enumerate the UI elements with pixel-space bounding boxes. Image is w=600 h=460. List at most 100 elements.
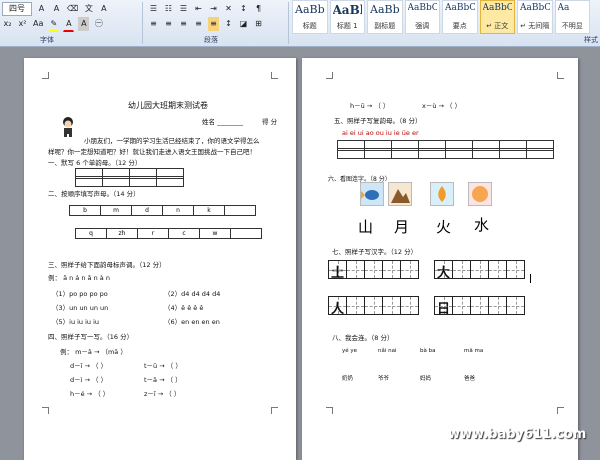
divider xyxy=(142,2,143,44)
style-tile[interactable]: AaBbCcDi ↵ 正文 xyxy=(479,0,515,34)
borders-icon[interactable]: ⊞ xyxy=(253,17,264,31)
initial-cell: m xyxy=(100,205,132,216)
moon-picture xyxy=(468,182,492,206)
style-sample: AaBbCcDi xyxy=(520,3,550,13)
tianzige-cell xyxy=(488,260,507,279)
style-sample: AaBbCcDi xyxy=(482,3,513,13)
bullets-icon[interactable]: ☰ xyxy=(148,2,159,16)
subscript-icon[interactable]: x₂ xyxy=(2,17,13,31)
clear-format-icon[interactable]: ⌫ xyxy=(66,2,79,16)
style-tile[interactable]: AaBl 标题 1 xyxy=(329,0,365,34)
highlight-icon[interactable]: ✎ xyxy=(48,17,60,32)
q3-line: （6）en en en en xyxy=(164,318,220,326)
tianzige-cell xyxy=(470,260,489,279)
tianzige-cell: 土 xyxy=(328,260,347,281)
question-8: 八、我会连。（8 分） xyxy=(332,334,394,342)
align-right-icon[interactable]: ≡ xyxy=(178,17,189,31)
font-size-select[interactable]: 四号 xyxy=(2,2,32,16)
initial-cell: q xyxy=(75,228,107,239)
tianzige-cell xyxy=(382,260,401,279)
cartoon-boy-icon xyxy=(63,117,73,137)
style-name: 不明显 xyxy=(561,22,583,30)
style-tile[interactable]: Aa 不明显 xyxy=(554,0,590,34)
margin-mark xyxy=(42,407,49,414)
enclose-char-icon[interactable]: ㊀ xyxy=(93,17,104,31)
line-spacing-icon[interactable]: ↕ xyxy=(223,17,234,31)
q8-pinyin: yé ye xyxy=(342,348,358,354)
style-tile[interactable]: AaBbCcDi ↵ 无间隔 xyxy=(517,0,553,34)
style-sample: AaBb( xyxy=(370,3,400,16)
distributed-icon[interactable]: ≡ xyxy=(208,17,219,31)
numbering-icon[interactable]: ☷ xyxy=(163,2,174,16)
align-center-icon[interactable]: ≡ xyxy=(163,17,174,31)
style-tile[interactable]: AaBbC 标题 xyxy=(292,0,328,34)
question-4: 四、照样子写一写。（16 分） xyxy=(48,333,134,341)
q3-line: （3）un un un un xyxy=(52,304,109,312)
q3-line: （4）ê ê ê ê xyxy=(164,304,204,312)
font-color-icon[interactable]: A xyxy=(63,17,75,32)
justify-icon[interactable]: ≡ xyxy=(193,17,204,31)
fish-picture xyxy=(360,182,384,206)
tianzige-cell xyxy=(346,260,365,279)
tianzige-cell xyxy=(400,296,419,315)
initial-cell: r xyxy=(137,228,169,239)
chinese-layout-icon[interactable]: ✕ xyxy=(223,2,234,16)
tianzige-cell: 人 xyxy=(328,296,347,317)
q4-line: d－ī → （ ） xyxy=(70,362,108,370)
q3-line: （2）d4 d4 d4 d4 xyxy=(164,290,221,298)
show-marks-icon[interactable]: ¶ xyxy=(253,2,264,16)
q8-pinyin: nǎi nai xyxy=(378,348,397,354)
q8-word: 爸爸 xyxy=(464,376,476,382)
q8-word: 奶奶 xyxy=(342,376,354,382)
sort-icon[interactable]: ↕ xyxy=(238,2,249,16)
score-label: 得 分 xyxy=(262,118,278,126)
grow-font-icon[interactable]: A xyxy=(36,2,47,16)
question-2: 二、按顺序填写声母。（14 分） xyxy=(48,190,140,198)
margin-mark xyxy=(271,407,278,414)
q8-pinyin: mā ma xyxy=(464,348,484,354)
name-label: 姓名 ________ xyxy=(202,118,244,126)
decrease-indent-icon[interactable]: ⇤ xyxy=(193,2,204,16)
initial-cell: d xyxy=(131,205,163,216)
style-sample: AaBl xyxy=(332,3,363,17)
initials-row-1: bmdnk xyxy=(69,205,256,216)
font-toolbar-row2: x₂ x² Aa ✎ A A ㊀ xyxy=(2,16,104,32)
q4-line: t－ā → （ ） xyxy=(144,376,182,384)
page-title: 幼儿园大班期末测试卷 xyxy=(128,101,208,110)
increase-indent-icon[interactable]: ⇥ xyxy=(208,2,219,16)
style-sample: AaBbCcD xyxy=(445,3,475,13)
superscript-icon[interactable]: x² xyxy=(17,17,28,31)
tianzige-cell: 日 xyxy=(434,296,453,317)
shading-icon[interactable]: ◪ xyxy=(238,17,249,31)
change-case-icon[interactable]: Aa xyxy=(32,17,44,31)
initial-cell xyxy=(230,228,262,239)
q4-line: z－ī → （ ） xyxy=(144,390,181,398)
tianzige-cell xyxy=(470,296,489,315)
style-tile[interactable]: AaBb(副标题 xyxy=(367,0,403,34)
model-character: 人 xyxy=(330,302,344,317)
model-character: 土 xyxy=(330,266,344,281)
tianzige-cell xyxy=(364,296,383,315)
shrink-font-icon[interactable]: A xyxy=(51,2,62,16)
q8-word: 爷爷 xyxy=(378,376,390,382)
style-name: 标题 xyxy=(302,22,317,30)
style-tile[interactable]: AaBbCcD 要点 xyxy=(442,0,478,34)
style-tile[interactable]: AaBbCcDi 强调 xyxy=(404,0,440,34)
paragraph-group-label: 段落 xyxy=(204,36,218,44)
align-left-icon[interactable]: ≡ xyxy=(148,17,159,31)
char-shading-icon[interactable]: A xyxy=(78,17,90,31)
styles-group-label: 样式 xyxy=(584,36,598,44)
intro-line-2: 样呢？你一定想知道吧？好！就让我们走进入语文王国挑战一下自己吧！ xyxy=(48,148,256,156)
style-sample: AaBbCcDi xyxy=(407,3,438,13)
phonetic-icon[interactable]: 文 xyxy=(83,2,94,16)
initial-cell: k xyxy=(193,205,225,216)
tianzige-cell xyxy=(364,260,383,279)
text-cursor xyxy=(530,274,531,283)
char-border-icon[interactable]: A xyxy=(98,2,109,16)
multilevel-list-icon[interactable]: ☰ xyxy=(178,2,189,16)
q4-line: h－é → （ ） xyxy=(70,390,110,398)
char-shan: 山 xyxy=(358,218,374,236)
q3-example: 例： ā n á n ǎ n à n xyxy=(48,274,110,282)
margin-mark xyxy=(326,407,333,414)
initial-cell xyxy=(224,205,256,216)
